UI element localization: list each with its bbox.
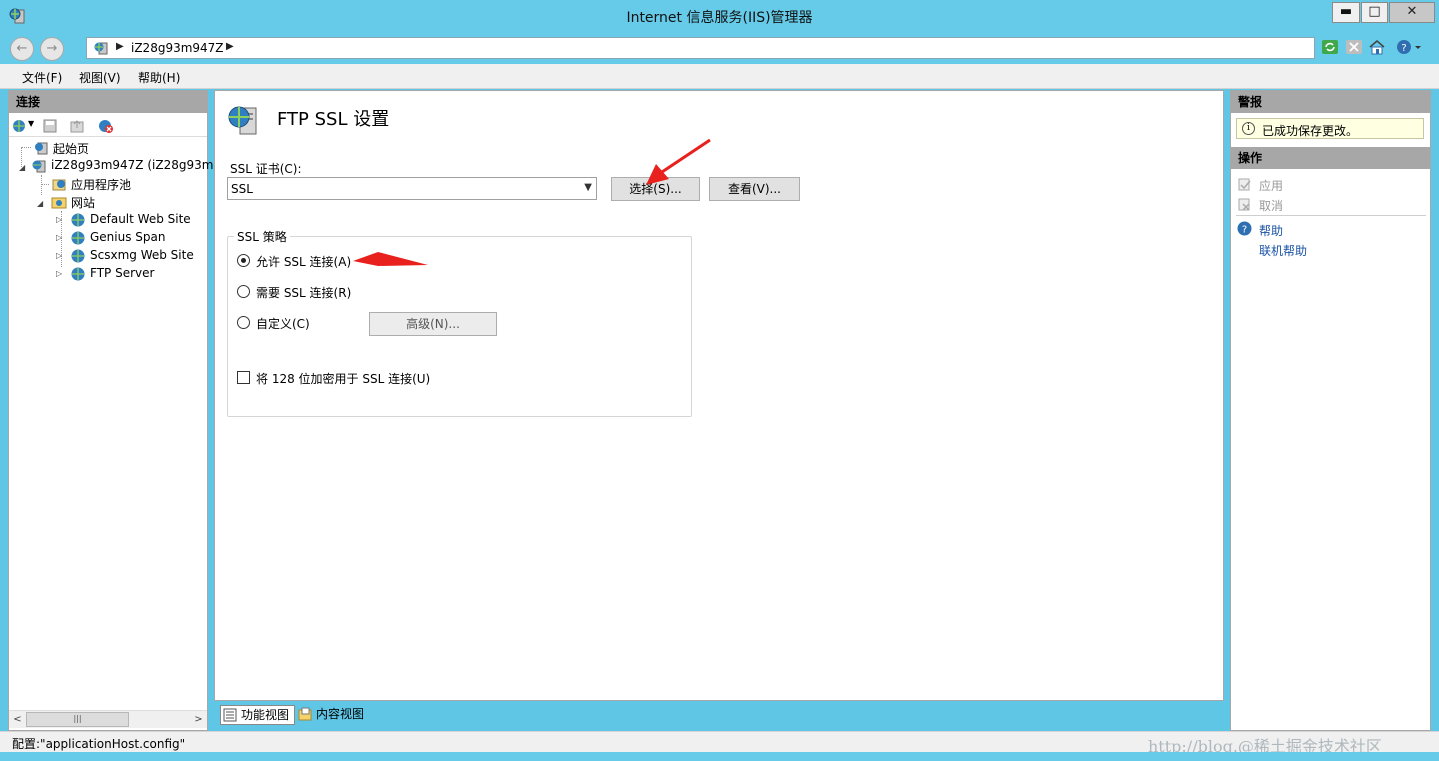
website-globe-icon [71,213,85,227]
collapsed-arrow-icon[interactable]: ▷ [56,215,62,224]
connections-toolbar: ▼ [9,115,207,137]
start-page-icon [35,142,48,155]
features-view-icon [223,708,237,722]
ssl-certificate-value: SSL [231,182,253,196]
connect-dropdown-icon[interactable]: ▼ [28,119,34,128]
horizontal-scrollbar[interactable]: < ||| > [9,710,207,728]
title-bar: Internet 信息服务(IIS)管理器 ▬ □ ✕ [0,0,1439,33]
maximize-button[interactable]: □ [1361,2,1388,23]
online-help-link[interactable]: 联机帮助 [1259,242,1307,259]
up-level-icon[interactable] [69,118,85,134]
navigation-bar: ← → ▶ iZ28g93m947Z ▶ ? [0,33,1439,64]
ssl-certificate-select[interactable]: SSL ▼ [227,177,597,200]
menu-help[interactable]: 帮助(H) [138,69,180,86]
actions-header: 操作 [1231,147,1430,169]
expanded-arrow-icon[interactable]: ◢ [19,163,25,172]
advanced-button[interactable]: 高级(N)... [369,312,497,336]
server-icon [94,42,108,55]
forward-button[interactable]: → [40,37,64,61]
server-icon [32,160,46,173]
allow-ssl-label[interactable]: 允许 SSL 连接(A) [256,253,351,270]
allow-ssl-radio[interactable] [237,254,250,267]
menu-view[interactable]: 视图(V) [79,69,121,86]
encrypt-128-checkbox[interactable] [237,371,250,384]
page-title: FTP SSL 设置 [277,109,390,130]
encrypt-128-label[interactable]: 将 128 位加密用于 SSL 连接(U) [256,370,430,387]
address-bar[interactable]: ▶ iZ28g93m947Z ▶ [86,37,1315,59]
tab-content-view[interactable]: 内容视图 [296,705,376,725]
stop-icon[interactable] [1345,38,1363,56]
scroll-thumb[interactable]: ||| [26,712,129,727]
content-view-icon [298,707,312,721]
require-ssl-label[interactable]: 需要 SSL 连接(R) [256,284,351,301]
website-globe-icon [71,231,85,245]
custom-ssl-radio[interactable] [237,316,250,329]
connect-globe-icon[interactable] [12,118,28,134]
expanded-arrow-icon[interactable]: ◢ [37,199,43,208]
info-icon: i [1242,122,1255,135]
help-link[interactable]: 帮助 [1259,222,1283,239]
home-icon[interactable] [1368,38,1386,56]
website-globe-icon [71,267,85,281]
ftp-ssl-settings-icon [228,106,257,135]
website-globe-icon [71,249,85,263]
collapsed-arrow-icon[interactable]: ▷ [56,233,62,242]
alert-message: i 已成功保存更改。 [1236,118,1424,139]
chevron-down-icon: ▼ [584,182,592,193]
window-bottom-border [0,752,1439,761]
menu-file[interactable]: 文件(F) [22,69,62,86]
apply-icon [1238,178,1251,191]
ssl-certificate-label: SSL 证书(C): [230,162,302,176]
connections-header: 连接 [9,91,207,113]
view-certificate-button[interactable]: 查看(V)... [709,177,800,201]
minimize-button[interactable]: ▬ [1332,2,1360,23]
require-ssl-radio[interactable] [237,285,250,298]
tab-features-view[interactable]: 功能视图 [220,705,295,725]
disconnect-icon[interactable] [98,118,114,134]
actions-divider [1236,215,1426,216]
ssl-policy-legend: SSL 策略 [234,228,290,245]
window-title: Internet 信息服务(IIS)管理器 [626,10,813,26]
alerts-header: 警报 [1231,91,1430,113]
sites-folder-icon [51,197,67,209]
collapsed-arrow-icon[interactable]: ▷ [56,269,62,278]
help-dropdown-icon[interactable]: ? [1395,38,1423,56]
main-panel: FTP SSL 设置 SSL 证书(C): SSL ▼ 选择(S)... 查看(… [214,90,1224,701]
collapsed-arrow-icon[interactable]: ▷ [56,251,62,260]
status-text: 配置:"applicationHost.config" [12,737,186,751]
connections-panel: 连接 ▼ 起始页 ◢ iZ28g93m947Z (iZ28g93m9 应用程序池… [8,90,221,731]
select-certificate-button[interactable]: 选择(S)... [611,177,700,201]
scroll-right-icon[interactable]: > [190,712,207,728]
apply-action[interactable]: 应用 [1259,177,1283,194]
cancel-action[interactable]: 取消 [1259,197,1283,214]
breadcrumb-arrow-icon: ▶ [116,41,124,52]
menu-bar: 文件(F) 视图(V) 帮助(H) [0,64,1439,89]
scroll-left-icon[interactable]: < [9,712,26,728]
close-button[interactable]: ✕ [1389,2,1435,23]
cancel-icon [1238,198,1250,211]
app-pool-icon [52,179,66,191]
save-icon[interactable] [42,118,58,134]
refresh-icon[interactable] [1321,38,1339,56]
view-tabs: 功能视图 内容视图 [214,703,1224,726]
actions-panel: 警报 i 已成功保存更改。 操作 应用 取消 ? 帮助 联机帮助 [1230,90,1431,731]
svg-text:?: ? [1242,225,1247,236]
svg-text:?: ? [1401,43,1406,54]
breadcrumb-arrow-icon: ▶ [226,41,234,52]
custom-ssl-label[interactable]: 自定义(C) [256,315,310,332]
back-button[interactable]: ← [10,37,34,61]
breadcrumb-server[interactable]: iZ28g93m947Z [131,41,224,55]
help-icon: ? [1237,221,1252,236]
